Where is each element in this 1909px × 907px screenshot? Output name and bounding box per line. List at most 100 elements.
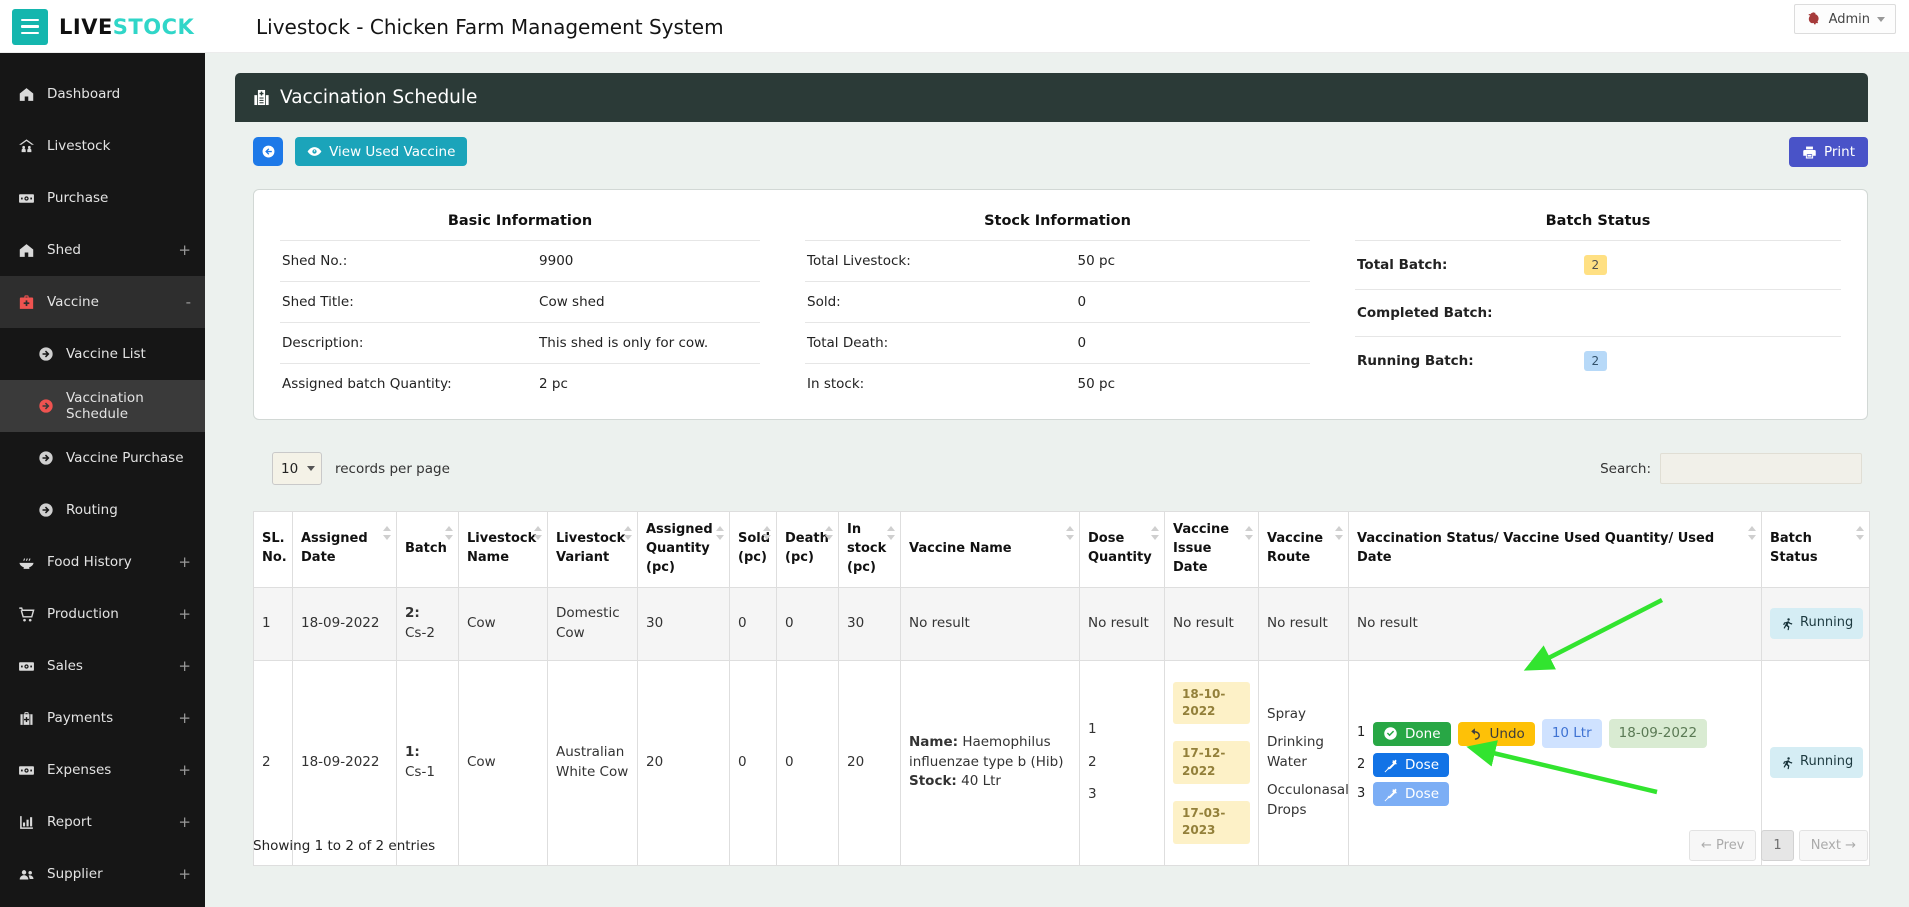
cell-batch-status: Running — [1761, 586, 1870, 661]
cell-assigned-qty: 20 — [637, 659, 730, 866]
cell-batch: 1: Cs-1 — [396, 659, 459, 866]
field-value: 0 — [1077, 294, 1087, 310]
search-input[interactable] — [1660, 453, 1862, 484]
section-heading: Batch Status — [1545, 213, 1651, 229]
sort-icon — [534, 526, 542, 540]
print-button[interactable]: Print — [1788, 137, 1868, 167]
field-label: Description: — [282, 335, 364, 351]
cell-death: 0 — [776, 659, 839, 866]
briefcase-icon — [18, 710, 35, 727]
cell-issue-date: No result — [1164, 586, 1259, 661]
field-label: Sold: — [807, 294, 841, 310]
undo-button[interactable]: Undo — [1457, 721, 1535, 746]
column-header-vaccine-issue-date[interactable]: Vaccine Issue Date — [1164, 511, 1259, 588]
column-header-assigned-date[interactable]: Assigned Date — [292, 511, 397, 588]
sort-icon — [1151, 526, 1159, 540]
column-header-sold[interactable]: Sold (pc) — [729, 511, 777, 588]
running-batch-badge: 2 — [1583, 351, 1608, 371]
admin-dropdown[interactable]: Admin — [1793, 4, 1896, 34]
column-header-livestock-variant[interactable]: Livestock Variant — [547, 511, 638, 588]
sidebar-item-routing[interactable]: Routing — [0, 484, 205, 536]
sidebar-item-supplier[interactable]: Supplier + — [0, 848, 205, 900]
runner-icon — [1780, 756, 1794, 770]
sidebar-item-vaccine[interactable]: Vaccine - — [0, 276, 205, 328]
hamburger-menu-button[interactable] — [12, 8, 48, 45]
sidebar-item-expenses[interactable]: Expenses + — [0, 744, 205, 796]
field-label: Shed No.: — [282, 253, 348, 269]
sort-icon — [383, 526, 391, 540]
column-header-in-stock[interactable]: In stock (pc) — [838, 511, 901, 588]
sort-icon — [716, 526, 724, 540]
column-header-assigned-quantity[interactable]: Assigned Quantity (pc) — [637, 511, 730, 588]
cell-sl: 1 — [253, 586, 293, 661]
sidebar-item-production[interactable]: Production + — [0, 588, 205, 640]
shed-info-card: Basic Information Shed No.: 9900 Shed Tit… — [253, 189, 1868, 420]
syringe-icon — [1383, 787, 1398, 802]
sidebar-item-vaccine-purchase[interactable]: Vaccine Purchase — [0, 432, 205, 484]
used-quantity-badge: 10 Ltr — [1541, 718, 1602, 749]
column-header-batch[interactable]: Batch — [396, 511, 459, 588]
field-label: Total Batch: — [1357, 257, 1448, 273]
running-status-badge: Running — [1770, 608, 1864, 639]
back-button[interactable] — [253, 137, 283, 166]
hospital-icon — [252, 88, 271, 107]
sidebar-item-sales[interactable]: Sales + — [0, 640, 205, 692]
cell-assigned-date: 18-09-2022 — [292, 659, 397, 866]
running-status-badge: Running — [1770, 747, 1864, 779]
money-icon — [18, 658, 35, 675]
column-header-vaccine-route[interactable]: Vaccine Route — [1258, 511, 1349, 588]
dose-button[interactable]: Dose — [1373, 753, 1449, 778]
brand-logo: LIVESTOCK — [59, 14, 195, 39]
sidebar-item-food-history[interactable]: Food History + — [0, 536, 205, 588]
sidebar-item-dashboard[interactable]: Dashboard — [0, 68, 205, 120]
cell-dose-quantity: No result — [1079, 586, 1165, 661]
cell-variant: Australian White Cow — [547, 659, 638, 866]
runner-icon — [1780, 617, 1794, 631]
bar-chart-icon — [18, 814, 35, 831]
sidebar-item-livestock[interactable]: Livestock — [0, 120, 205, 172]
collapse-icon: - — [185, 293, 191, 311]
sidebar-item-vaccine-list[interactable]: Vaccine List — [0, 328, 205, 380]
field-value: 2 pc — [539, 376, 568, 392]
column-header-batch-status[interactable]: Batch Status — [1761, 511, 1870, 588]
sort-icon — [1748, 526, 1756, 540]
sidebar-item-report[interactable]: Report + — [0, 796, 205, 848]
field-label: Completed Batch: — [1357, 305, 1493, 321]
column-header-livestock-name[interactable]: Livestock Name — [458, 511, 548, 588]
field-label: Assigned batch Quantity: — [282, 376, 452, 392]
page-title: Livestock - Chicken Farm Management Syst… — [256, 14, 724, 39]
next-page-button[interactable]: Next → — [1798, 830, 1868, 861]
check-circle-icon — [1383, 726, 1398, 741]
used-date-badge: 18-09-2022 — [1608, 718, 1708, 749]
cell-vaccine-name: Name: Haemophilus influenzae type b (Hib… — [900, 659, 1080, 866]
pagination: ← Prev 1 Next → — [1689, 830, 1868, 861]
cell-route: No result — [1258, 586, 1349, 661]
column-header-vaccine-name[interactable]: Vaccine Name — [900, 511, 1080, 588]
table-row: 2 18-09-2022 1: Cs-1 Cow Australian White… — [253, 659, 1870, 866]
cell-dose-quantity: 123 — [1079, 659, 1165, 866]
dose-button[interactable]: Dose — [1373, 782, 1449, 807]
column-header-vaccination-status[interactable]: Vaccination Status/ Vaccine Used Quantit… — [1348, 511, 1762, 588]
view-used-vaccine-button[interactable]: View Used Vaccine — [295, 137, 468, 166]
expand-icon: + — [178, 813, 191, 831]
sort-icon — [624, 526, 632, 540]
column-header-dose-quantity[interactable]: Dose Quantity — [1079, 511, 1165, 588]
sidebar-item-vaccination-schedule[interactable]: Vaccination Schedule — [0, 380, 205, 432]
cell-assigned-date: 18-09-2022 — [292, 586, 397, 661]
batch-status-section: Batch Status Total Batch: 2 Completed Bat… — [1355, 200, 1841, 419]
field-value: 9900 — [539, 253, 574, 269]
sidebar-item-payments[interactable]: Payments + — [0, 692, 205, 744]
prev-page-button[interactable]: ← Prev — [1689, 830, 1757, 861]
cell-variant: Domestic Cow — [547, 586, 638, 661]
column-header-sl-no[interactable]: SL. No. — [253, 511, 293, 588]
field-label: Running Batch: — [1357, 353, 1474, 369]
column-header-death[interactable]: Death (pc) — [776, 511, 839, 588]
cell-vaccine-name: No result — [900, 586, 1080, 661]
done-button[interactable]: Done — [1373, 721, 1451, 746]
page-number-button[interactable]: 1 — [1761, 830, 1794, 861]
sidebar-item-shed[interactable]: Shed + — [0, 224, 205, 276]
expand-icon: + — [178, 605, 191, 623]
sidebar-item-purchase[interactable]: Purchase — [0, 172, 205, 224]
top-bar: LIVESTOCK Livestock - Chicken Farm Manag… — [0, 0, 1909, 53]
page-size-select[interactable]: 10 — [272, 452, 322, 485]
